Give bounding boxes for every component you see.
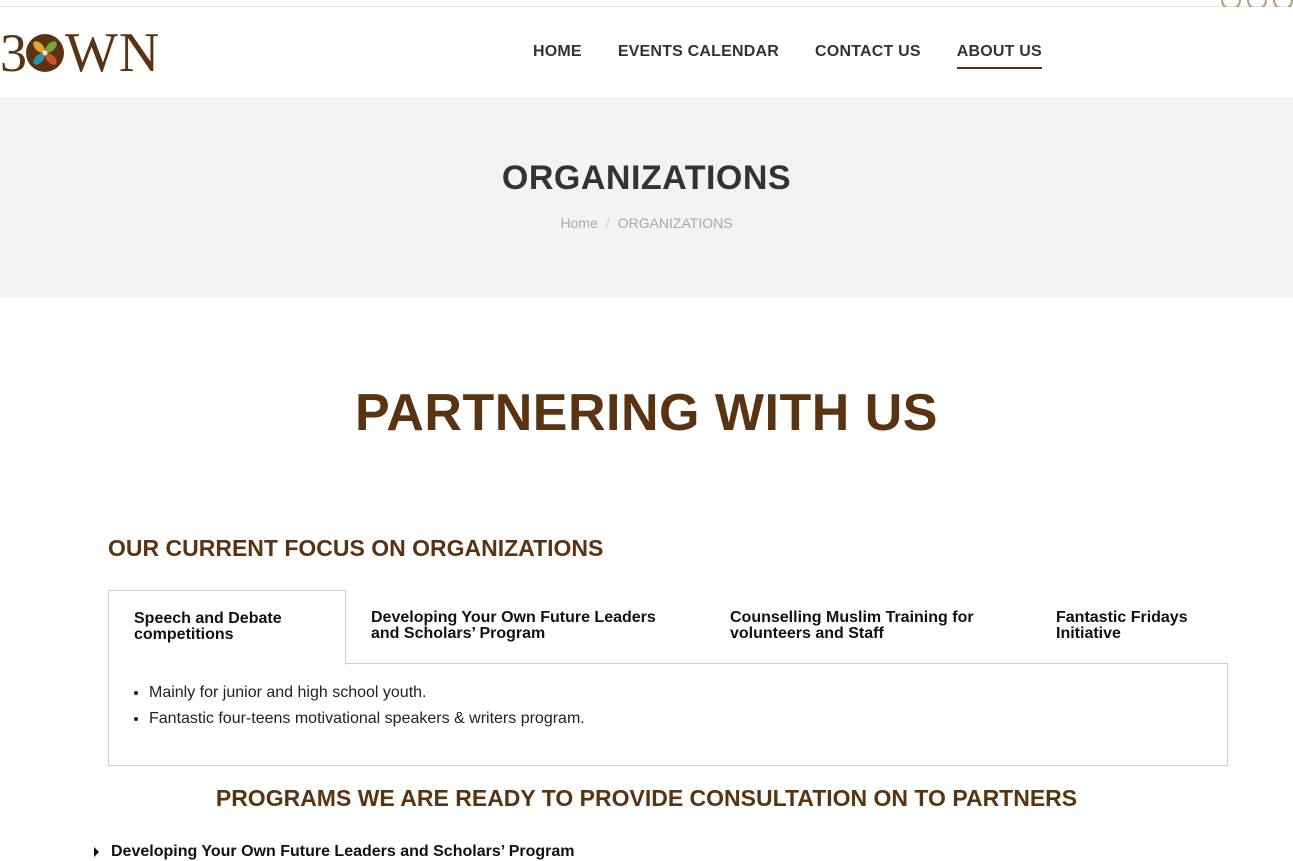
nav-about-us[interactable]: ABOUT US bbox=[956, 43, 1042, 69]
tab-counselling-training[interactable]: Counselling Muslim Training for voluntee… bbox=[705, 590, 1005, 664]
list-item: Fantastic four-teens motivational speake… bbox=[149, 706, 1227, 732]
tab-label: Fantastic Fridays Initiative bbox=[1056, 609, 1188, 642]
logo-flower-icon bbox=[26, 34, 64, 72]
breadcrumb-home[interactable]: Home bbox=[560, 215, 597, 231]
tab-speech-and-debate[interactable]: Speech and Debate competitions bbox=[108, 590, 346, 665]
accordion-label: Developing Your Own Future Leaders and S… bbox=[111, 843, 575, 860]
breadcrumb: Home / ORGANIZATIONS bbox=[0, 215, 1293, 231]
site-logo[interactable]: 3 WN bbox=[0, 22, 161, 84]
page-title: ORGANIZATIONS bbox=[501, 159, 792, 197]
tab-future-leaders[interactable]: Developing Your Own Future Leaders and S… bbox=[346, 590, 706, 664]
site-header: 3 WN HOME EVENTS CALENDAR CONTACT US ABO… bbox=[0, 7, 1293, 97]
tab-panel-list: Mainly for junior and high school youth.… bbox=[109, 680, 1227, 732]
tab-label: Speech and Debate competitions bbox=[134, 610, 282, 643]
partnering-heading: PARTNERING WITH US bbox=[355, 384, 938, 442]
nav-contact-us[interactable]: CONTACT US bbox=[815, 43, 921, 69]
logo-text: WN bbox=[65, 22, 161, 84]
tab-panel: Mainly for junior and high school youth.… bbox=[108, 663, 1228, 766]
focus-heading: OUR CURRENT FOCUS ON ORGANIZATIONS bbox=[108, 535, 604, 561]
programs-heading: PROGRAMS WE ARE READY TO PROVIDE CONSULT… bbox=[215, 785, 1078, 811]
tab-label: Counselling Muslim Training for voluntee… bbox=[730, 609, 974, 642]
breadcrumb-separator: / bbox=[605, 215, 610, 231]
nav-home[interactable]: HOME bbox=[533, 43, 582, 69]
breadcrumb-current: ORGANIZATIONS bbox=[617, 215, 733, 231]
main-nav: HOME EVENTS CALENDAR CONTACT US ABOUT US bbox=[533, 43, 1042, 69]
focus-tabs: Speech and Debate competitions Developin… bbox=[108, 590, 1228, 665]
caret-right-icon bbox=[94, 847, 99, 857]
page-title-band: ORGANIZATIONS Home / ORGANIZATIONS bbox=[0, 97, 1293, 297]
list-item: Mainly for junior and high school youth. bbox=[149, 680, 1227, 706]
logo-sprout: 3 bbox=[0, 23, 27, 83]
tab-fantastic-fridays[interactable]: Fantastic Fridays Initiative bbox=[1031, 590, 1228, 664]
nav-events-calendar[interactable]: EVENTS CALENDAR bbox=[618, 43, 779, 69]
accordion-toggle[interactable]: Developing Your Own Future Leaders and S… bbox=[94, 843, 575, 861]
tab-label: Developing Your Own Future Leaders and S… bbox=[371, 609, 656, 642]
